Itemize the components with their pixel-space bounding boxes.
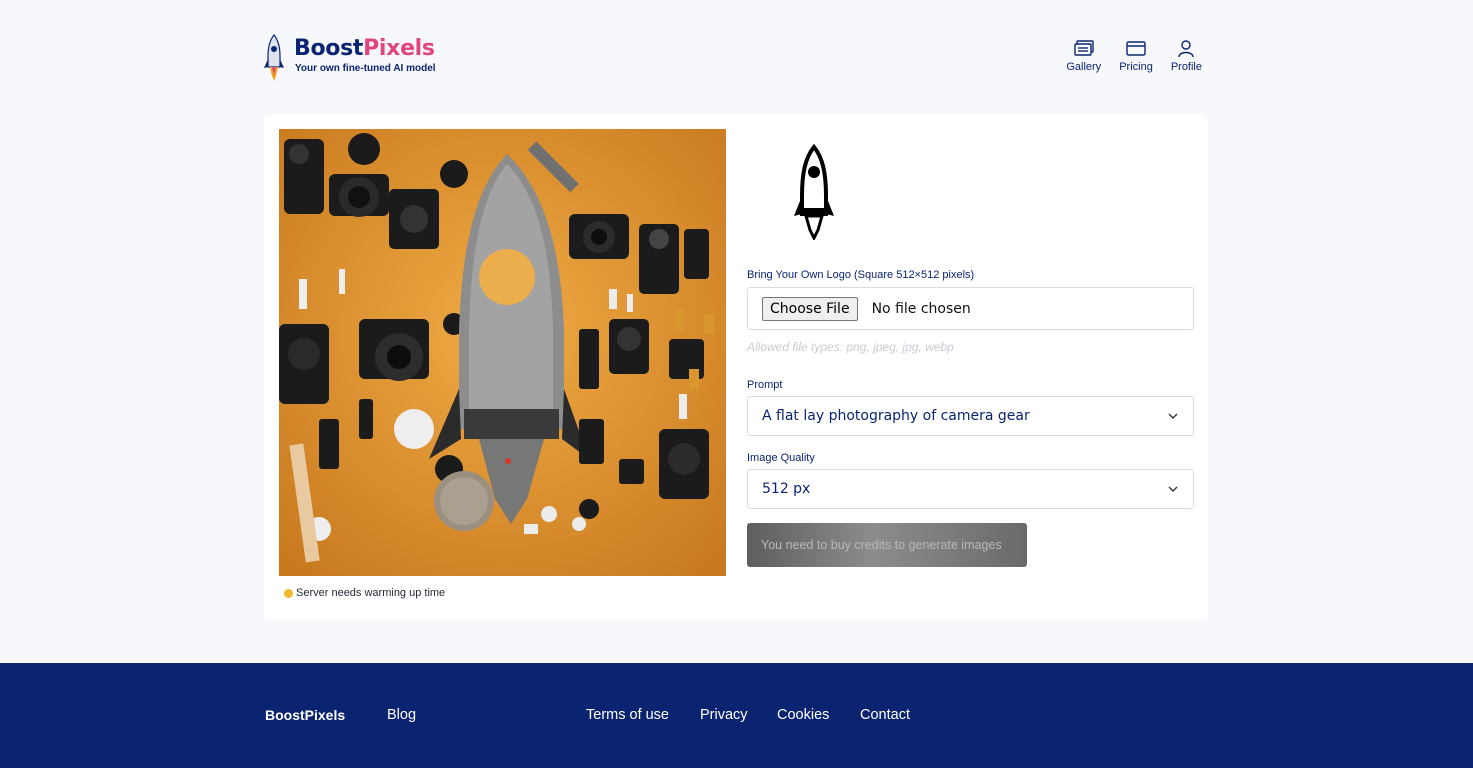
rocket-logo-preview-icon [794, 144, 834, 240]
prompt-value: A flat lay photography of camera gear [762, 408, 1030, 424]
prompt-select[interactable]: A flat lay photography of camera gear [747, 396, 1194, 436]
credit-card-icon [1126, 41, 1146, 56]
status-text: Server needs warming up time [296, 587, 446, 599]
header: BoostPixels Your own fine-tuned AI model… [264, 33, 1208, 83]
footer-link-privacy[interactable]: Privacy [700, 707, 748, 723]
logo-file-input[interactable]: Choose File No file chosen [747, 287, 1194, 330]
file-status: No file chosen [871, 300, 971, 317]
generator-card: Server needs warming up time Bring Your … [264, 114, 1208, 620]
camera-flatlay-picture [279, 129, 726, 576]
footer-link-terms[interactable]: Terms of use [586, 707, 669, 723]
footer-link-cookies[interactable]: Cookies [777, 707, 829, 723]
brand-tagline: Your own fine-tuned AI model [295, 63, 436, 74]
logo-upload-label: Bring Your Own Logo (Square 512×512 pixe… [747, 269, 975, 281]
choose-file-button[interactable]: Choose File [762, 296, 858, 321]
nav-pricing[interactable]: Pricing [1119, 40, 1153, 73]
top-nav: Gallery Pricing Profile [1066, 40, 1202, 73]
nav-gallery[interactable]: Gallery [1066, 40, 1101, 73]
nav-profile[interactable]: Profile [1171, 40, 1202, 73]
nav-pricing-label: Pricing [1119, 61, 1153, 73]
quality-select[interactable]: 512 px [747, 469, 1194, 509]
server-status: Server needs warming up time [284, 587, 445, 599]
footer-link-blog[interactable]: Blog [387, 707, 416, 723]
brand-name: BoostPixels [294, 36, 435, 61]
nav-profile-label: Profile [1170, 61, 1202, 73]
user-icon [1178, 40, 1195, 57]
generated-image [279, 129, 726, 576]
file-types-hint: Allowed file types: png, jpeg, jpg, webp [747, 340, 954, 354]
quality-label: Image Quality [747, 452, 815, 464]
generate-button[interactable]: You need to buy credits to generate imag… [747, 523, 1027, 567]
chevron-down-icon [1168, 486, 1178, 492]
footer: BoostPixels Blog Terms of use Privacy Co… [0, 663, 1473, 768]
footer-brand[interactable]: BoostPixels [265, 707, 345, 723]
brand-logo[interactable]: BoostPixels Your own fine-tuned AI model [264, 33, 444, 83]
gallery-icon [1074, 40, 1094, 56]
chevron-down-icon [1168, 413, 1178, 419]
rocket-logo-icon [264, 34, 284, 81]
nav-gallery-label: Gallery [1066, 61, 1102, 73]
footer-link-contact[interactable]: Contact [860, 707, 910, 723]
prompt-label: Prompt [747, 379, 783, 391]
quality-value: 512 px [762, 481, 811, 497]
status-dot-icon [284, 588, 293, 598]
